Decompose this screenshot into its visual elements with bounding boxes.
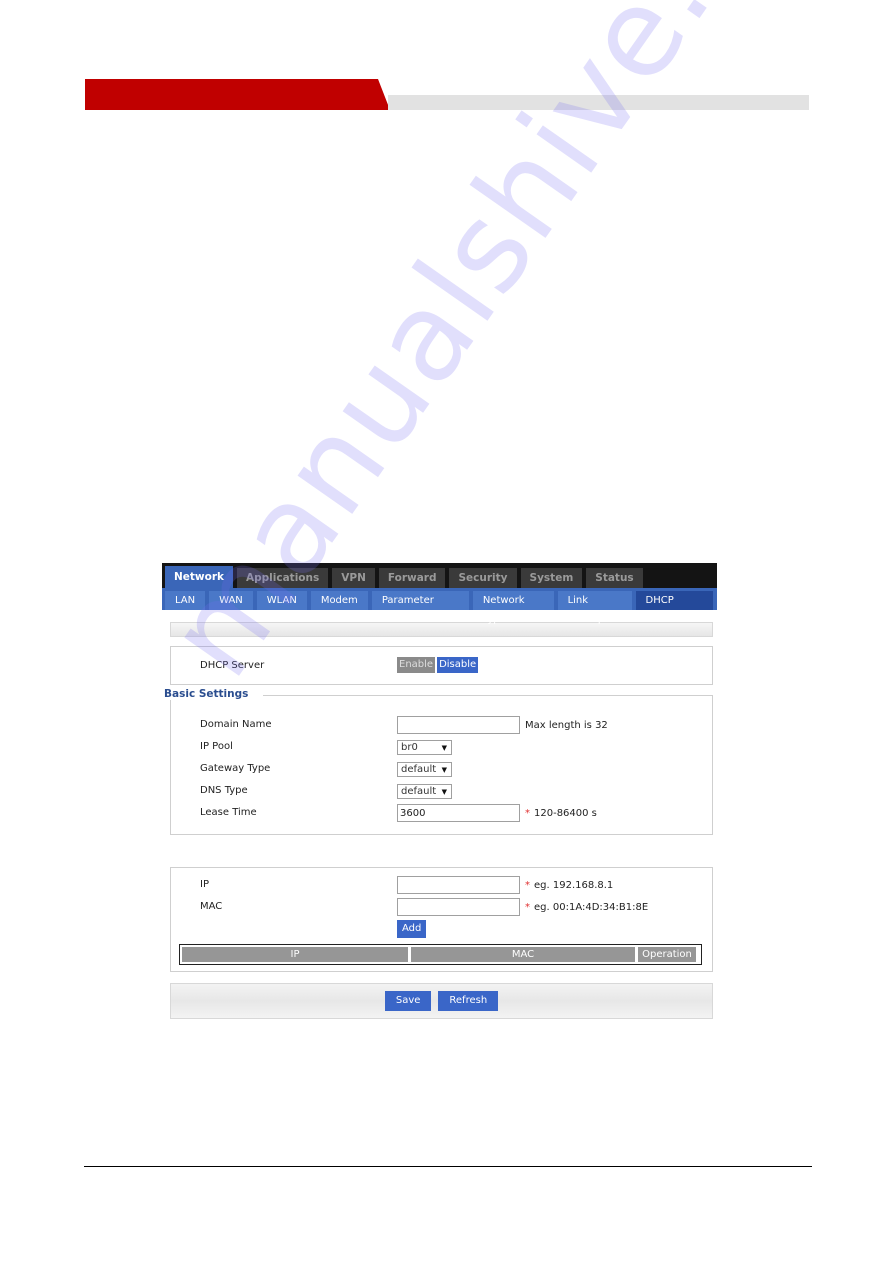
dns-type-select[interactable]: default ▼ — [397, 784, 452, 799]
table-header-mac: MAC — [411, 947, 635, 962]
domain-name-hint: Max length is 32 — [525, 719, 608, 731]
save-button[interactable]: Save — [384, 991, 432, 1011]
lease-time-label: Lease Time — [200, 807, 257, 818]
lease-time-hint: 120-86400 s — [534, 807, 597, 819]
page-footer-rule — [84, 1166, 812, 1167]
static-ip-label: IP — [200, 879, 209, 890]
required-star: * — [525, 807, 530, 819]
refresh-button[interactable]: Refresh — [438, 991, 499, 1011]
dns-type-value: default — [401, 786, 437, 797]
ip-pool-value: br0 — [401, 742, 418, 753]
dns-type-label: DNS Type — [200, 785, 248, 796]
table-header-ip: IP — [182, 947, 408, 962]
static-mac-input[interactable] — [397, 898, 520, 916]
subtab-lan[interactable]: LAN — [165, 591, 206, 610]
subtab-dhcp-server[interactable]: DHCP Server — [635, 591, 713, 625]
page-header-gray-band — [388, 95, 809, 110]
basic-settings-fieldset: Basic Settings Domain Name Max length is… — [164, 688, 713, 835]
tab-applications[interactable]: Applications — [237, 568, 329, 588]
dropdown-arrow-icon: ▼ — [441, 787, 447, 796]
tab-vpn[interactable]: VPN — [332, 568, 375, 588]
ip-pool-label: IP Pool — [200, 741, 233, 752]
tab-network[interactable]: Network — [165, 566, 234, 588]
domain-name-label: Domain Name — [200, 719, 272, 730]
subtab-link-backup[interactable]: Link Backup — [557, 591, 632, 625]
tab-security[interactable]: Security — [449, 568, 517, 588]
static-lease-table: IP MAC Operation — [179, 944, 702, 965]
add-button[interactable]: Add — [397, 920, 427, 938]
subtab-modem[interactable]: Modem — [310, 591, 368, 610]
static-mac-label: MAC — [200, 901, 223, 912]
static-ip-hint: eg. 192.168.8.1 — [534, 879, 614, 891]
static-ip-input[interactable] — [397, 876, 520, 894]
dropdown-arrow-icon: ▼ — [441, 743, 447, 752]
required-star: * — [525, 879, 530, 891]
domain-name-input[interactable] — [397, 716, 520, 734]
dhcp-server-label: DHCP Server — [200, 660, 265, 671]
subtab-wlan[interactable]: WLAN — [256, 591, 307, 610]
static-mac-hint: eg. 00:1A:4D:34:B1:8E — [534, 901, 649, 913]
gateway-type-label: Gateway Type — [200, 763, 271, 774]
table-header-operation: Operation — [638, 947, 696, 962]
action-bar: Save Refresh — [170, 983, 713, 1019]
tab-system[interactable]: System — [520, 568, 583, 588]
main-nav-tabs: Network Applications VPN Forward Securit… — [162, 563, 717, 588]
enable-button[interactable]: Enable — [397, 657, 436, 673]
tab-status[interactable]: Status — [586, 568, 643, 588]
lease-time-input[interactable] — [397, 804, 520, 822]
required-star: * — [525, 901, 530, 913]
gateway-type-select[interactable]: default ▼ — [397, 762, 452, 777]
subtab-network-type[interactable]: Network Type — [472, 591, 554, 625]
dhcp-server-toggle-box: DHCP Server Enable Disable — [170, 646, 713, 685]
dropdown-arrow-icon: ▼ — [441, 765, 447, 774]
page-header-red-band — [85, 79, 390, 110]
router-dhcp-settings-panel: Network Applications VPN Forward Securit… — [162, 563, 717, 1019]
static-lease-box: IP * eg. 192.168.8.1 MAC * eg. 00:1A:4D:34… — [170, 867, 713, 972]
tab-forward[interactable]: Forward — [378, 568, 446, 588]
gateway-type-value: default — [401, 764, 437, 775]
dhcp-server-toggle: Enable Disable — [397, 657, 479, 673]
sub-nav-tabs: LAN WAN WLAN Modem Parameter Select Netw… — [162, 588, 717, 625]
section-title-bar — [170, 622, 713, 637]
subtab-wan[interactable]: WAN — [209, 591, 253, 610]
disable-button[interactable]: Disable — [437, 657, 479, 673]
subtab-parameter-select[interactable]: Parameter Select — [371, 591, 469, 625]
basic-settings-legend: Basic Settings — [164, 688, 264, 700]
ip-pool-select[interactable]: br0 ▼ — [397, 740, 452, 755]
